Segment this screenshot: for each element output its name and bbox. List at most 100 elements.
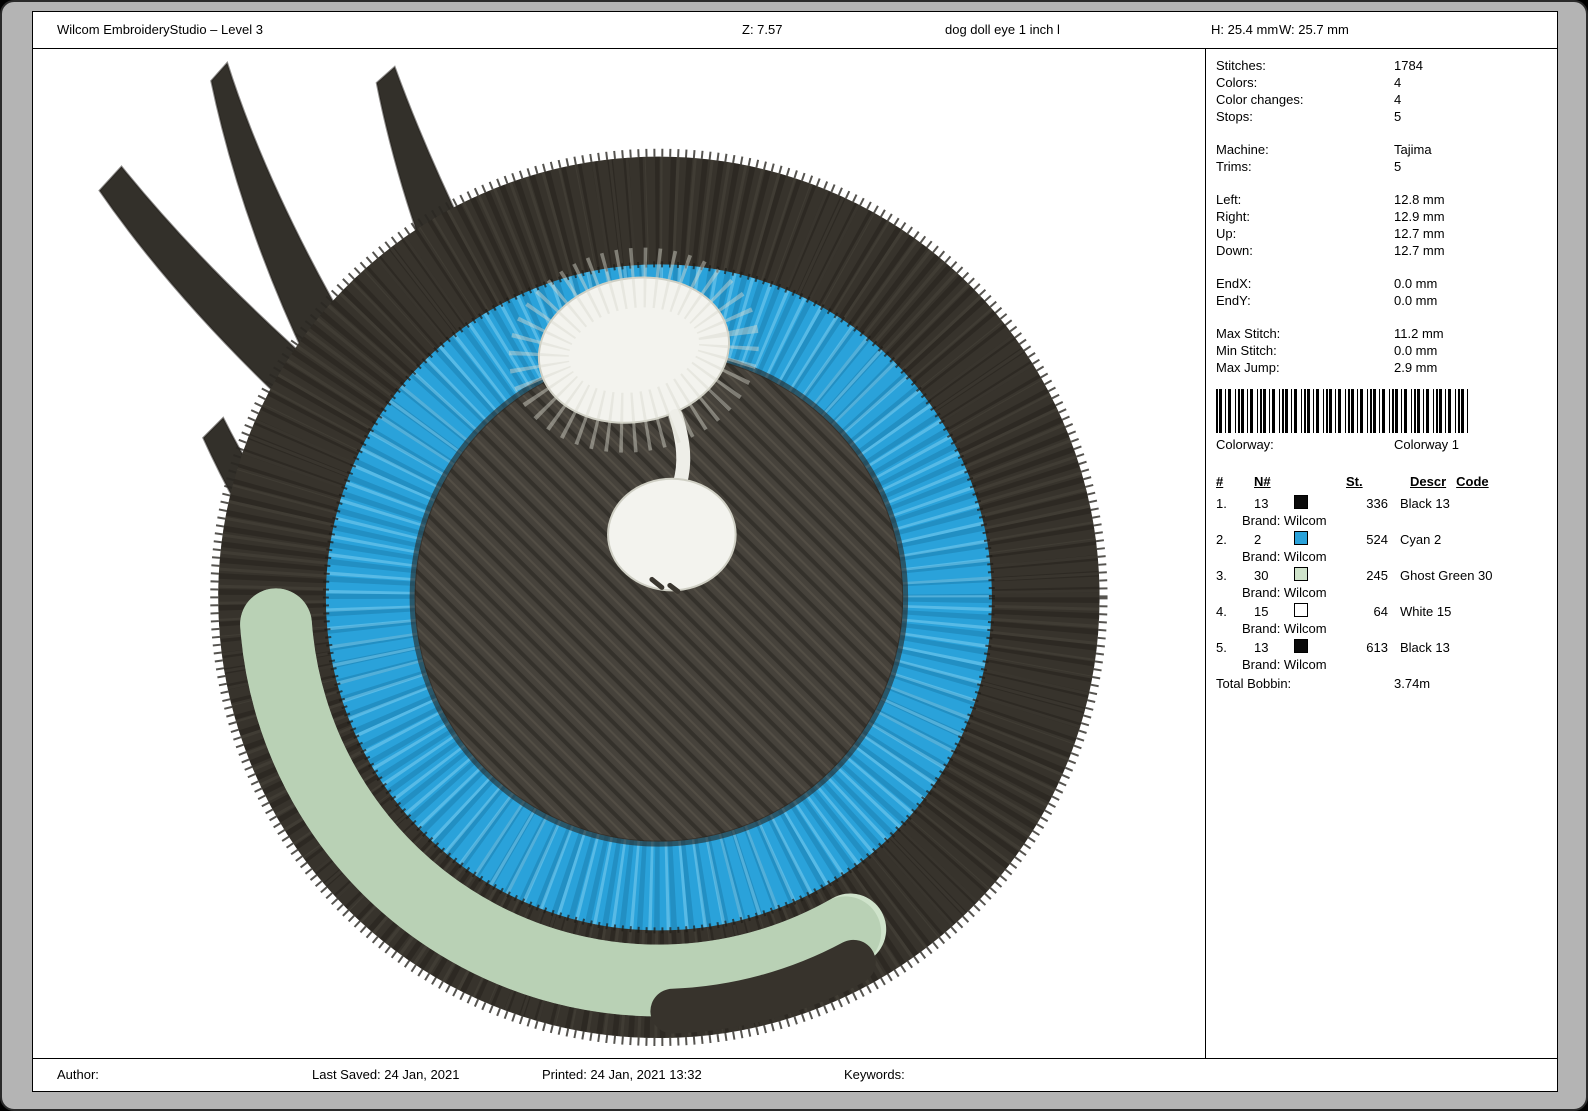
stat-row: Color changes: 4	[1216, 91, 1549, 108]
stat-value: 12.7 mm	[1394, 243, 1445, 258]
header-bar: Wilcom EmbroideryStudio – Level 3 Z: 7.5…	[33, 12, 1557, 49]
stat-label: Machine:	[1216, 142, 1269, 157]
stat-value: 0.0 mm	[1394, 293, 1438, 308]
thread-row-index: 4.	[1216, 604, 1227, 619]
thread-number: 2	[1254, 532, 1262, 547]
stat-value: 2.9 mm	[1394, 360, 1438, 375]
thread-row: 2. 2 524 Cyan 2	[1216, 531, 1549, 548]
stat-label: Min Stitch:	[1216, 343, 1277, 358]
stat-value: Tajima	[1394, 142, 1432, 157]
stat-value: 12.9 mm	[1394, 209, 1445, 224]
window-frame: Wilcom EmbroideryStudio – Level 3 Z: 7.5…	[0, 0, 1588, 1111]
thread-row: 3. 30 245 Ghost Green 30	[1216, 567, 1549, 584]
thread-description: Cyan 2	[1400, 532, 1442, 547]
stat-value: 11.2 mm	[1394, 326, 1444, 341]
col-header-num: #	[1216, 474, 1224, 489]
thread-color-swatch	[1294, 531, 1308, 545]
stat-value: 1784	[1394, 58, 1423, 73]
stat-value: 0.0 mm	[1394, 276, 1438, 291]
colorway-value: Colorway 1	[1394, 437, 1460, 452]
last-saved-label: Last Saved: 24 Jan, 2021	[312, 1067, 460, 1082]
design-height: H: 25.4 mm	[1211, 22, 1279, 37]
thread-number: 15	[1254, 604, 1269, 619]
printed-label: Printed: 24 Jan, 2021 13:32	[542, 1067, 702, 1082]
stat-value: 12.8 mm	[1394, 192, 1445, 207]
thread-description: White 15	[1400, 604, 1452, 619]
highlight-small	[607, 477, 737, 592]
col-header-descr: Descr	[1410, 474, 1447, 489]
thread-row: 1. 13 336 Black 13	[1216, 495, 1549, 512]
stat-row: Stitches: 1784	[1216, 57, 1549, 74]
col-header-code: Code	[1456, 474, 1489, 489]
thread-table-header: # N# St. Descr Code	[1216, 473, 1549, 493]
print-preview-page: Wilcom EmbroideryStudio – Level 3 Z: 7.5…	[32, 11, 1558, 1092]
stat-label: Down:	[1216, 243, 1253, 258]
thread-stitch-count: 524	[1366, 532, 1388, 547]
thread-brand: Brand: Wilcom	[1242, 513, 1327, 528]
thread-row-index: 5.	[1216, 640, 1227, 655]
total-bobbin-row: Total Bobbin: 3.74m	[1216, 675, 1549, 692]
stat-row: Min Stitch: 0.0 mm	[1216, 342, 1549, 359]
stat-value: 12.7 mm	[1394, 226, 1445, 241]
thread-stitch-count: 64	[1373, 604, 1388, 619]
thread-number: 13	[1254, 496, 1269, 511]
thread-row-index: 3.	[1216, 568, 1227, 583]
colorway-label: Colorway:	[1216, 437, 1274, 452]
thread-description: Black 13	[1400, 640, 1450, 655]
footer-bar: Author: Last Saved: 24 Jan, 2021 Printed…	[33, 1058, 1557, 1091]
thread-stitch-count: 336	[1366, 496, 1388, 511]
thread-row-index: 2.	[1216, 532, 1227, 547]
zoom-level: Z: 7.57	[742, 22, 783, 37]
main-area: Stitches: 1784 Colors: 4 Color changes: 4 S…	[33, 49, 1557, 1058]
stat-label: Color changes:	[1216, 92, 1304, 107]
colorway-row: Colorway: Colorway 1	[1216, 436, 1549, 453]
thread-brand: Brand: Wilcom	[1242, 657, 1327, 672]
stat-label: EndX:	[1216, 276, 1252, 291]
stat-value: 0.0 mm	[1394, 343, 1438, 358]
keywords-label: Keywords:	[844, 1067, 905, 1082]
stat-row: Max Stitch: 11.2 mm	[1216, 325, 1549, 342]
stat-label: Trims:	[1216, 159, 1252, 174]
design-canvas	[33, 49, 1205, 1058]
stat-row: Max Jump: 2.9 mm	[1216, 359, 1549, 376]
stat-row: EndX: 0.0 mm	[1216, 275, 1549, 292]
app-title: Wilcom EmbroideryStudio – Level 3	[57, 22, 263, 37]
embroidery-design	[98, 60, 1108, 1047]
thread-brand: Brand: Wilcom	[1242, 585, 1327, 600]
stat-label: Left:	[1216, 192, 1242, 207]
design-width: W: 25.7 mm	[1279, 22, 1349, 37]
stat-value: 4	[1394, 92, 1402, 107]
thread-description: Ghost Green 30	[1400, 568, 1493, 583]
thread-brand: Brand: Wilcom	[1242, 621, 1327, 636]
stat-row: Trims: 5	[1216, 158, 1549, 175]
highlight-connector	[668, 408, 691, 491]
thread-row-index: 1.	[1216, 496, 1227, 511]
design-name: dog doll eye 1 inch l	[945, 22, 1060, 37]
stat-row: Up: 12.7 mm	[1216, 225, 1549, 242]
stat-label: Right:	[1216, 209, 1250, 224]
stat-label: Stitches:	[1216, 58, 1266, 73]
stat-label: Stops:	[1216, 109, 1253, 124]
thread-stitch-count: 613	[1366, 640, 1388, 655]
total-bobbin-label: Total Bobbin:	[1216, 676, 1292, 691]
stat-row: Down: 12.7 mm	[1216, 242, 1549, 259]
thread-color-swatch	[1294, 603, 1308, 617]
stat-label: EndY:	[1216, 293, 1251, 308]
thread-color-swatch	[1294, 495, 1308, 509]
barcode	[1216, 389, 1468, 433]
stat-label: Up:	[1216, 226, 1237, 241]
stat-row: Stops: 5	[1216, 108, 1549, 125]
thread-row: 4. 15 64 White 15	[1216, 603, 1549, 620]
thread-table: # N# St. Descr Code 1. 13 336 Black 13 B…	[1216, 473, 1549, 692]
stat-value: 4	[1394, 75, 1402, 90]
stat-value: 5	[1394, 109, 1402, 124]
thread-description: Black 13	[1400, 496, 1450, 511]
thread-brand: Brand: Wilcom	[1242, 549, 1327, 564]
thread-number: 30	[1254, 568, 1269, 583]
thread-color-swatch	[1294, 567, 1308, 581]
thread-row: 5. 13 613 Black 13	[1216, 639, 1549, 656]
stat-label: Colors:	[1216, 75, 1258, 90]
stat-value: 5	[1394, 159, 1402, 174]
author-label: Author:	[57, 1067, 99, 1082]
stat-label: Max Stitch:	[1216, 326, 1281, 341]
